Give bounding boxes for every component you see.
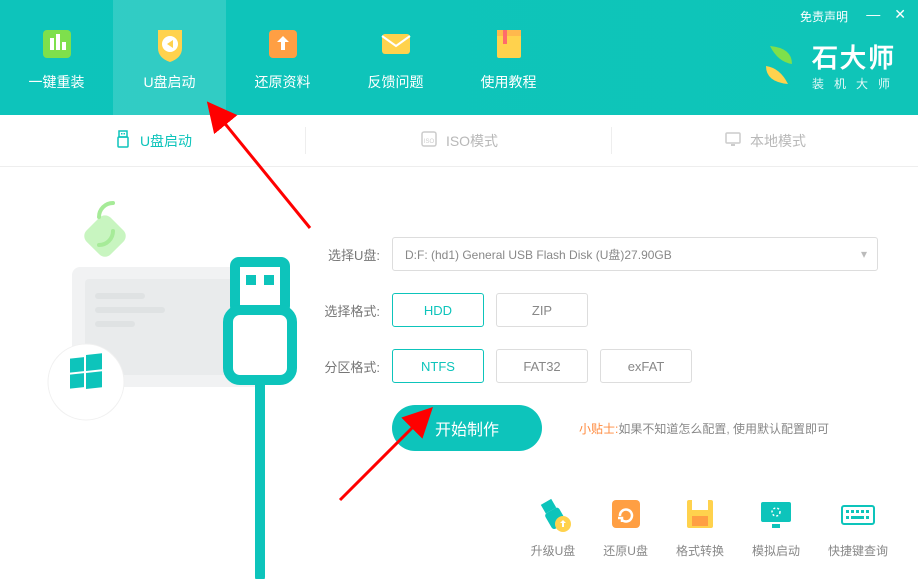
svg-text:ISO: ISO (424, 139, 435, 145)
tool-label: 还原U盘 (603, 542, 648, 559)
monitor-sim-icon (756, 494, 796, 534)
nav-feedback[interactable]: 反馈问题 (339, 0, 452, 115)
tool-format-convert[interactable]: 格式转换 (676, 494, 724, 559)
tool-label: 升级U盘 (531, 542, 576, 559)
tab-label: ISO模式 (446, 131, 498, 151)
restore-icon (606, 494, 646, 534)
disclaimer-link[interactable]: 免责声明 (800, 8, 848, 25)
config-form: 选择U盘: D:F: (hd1) General USB Flash Disk … (320, 237, 878, 473)
brand-title: 石大师 (812, 38, 900, 75)
tool-restore-usb[interactable]: 还原U盘 (603, 494, 648, 559)
brand-logo-icon (756, 42, 802, 88)
format-option-zip[interactable]: ZIP (496, 293, 588, 327)
upload-box-icon (263, 24, 303, 64)
bar-chart-icon (37, 24, 77, 64)
window-controls: — ✕ (866, 6, 906, 23)
usb-upgrade-icon (533, 494, 573, 534)
tab-local-mode[interactable]: 本地模式 (612, 115, 918, 166)
partition-option-ntfs[interactable]: NTFS (392, 349, 484, 383)
shield-usb-icon (150, 24, 190, 64)
tip-text: 如果不知道怎么配置, 使用默认配置即可 (618, 420, 829, 437)
nav-label: U盘启动 (143, 72, 195, 92)
close-button[interactable]: ✕ (894, 6, 906, 23)
main-nav: 一键重装 U盘启动 还原资料 反馈问题 使用教程 (0, 0, 565, 115)
envelope-icon (376, 24, 416, 64)
header: 一键重装 U盘启动 还原资料 反馈问题 使用教程 免责声明 (0, 0, 918, 115)
partition-option-fat32[interactable]: FAT32 (496, 349, 588, 383)
brand-subtitle: 装机大师 (812, 75, 900, 92)
nav-reinstall[interactable]: 一键重装 (0, 0, 113, 115)
tab-usb-boot[interactable]: U盘启动 (0, 115, 306, 166)
monitor-icon (724, 130, 742, 151)
nav-label: 反馈问题 (368, 72, 424, 92)
brand: 石大师 装机大师 (756, 38, 900, 92)
usb-select[interactable]: D:F: (hd1) General USB Flash Disk (U盘)27… (392, 237, 878, 271)
partition-label: 分区格式: (320, 357, 380, 376)
book-icon (489, 24, 529, 64)
start-button[interactable]: 开始制作 (392, 405, 542, 451)
tab-label: U盘启动 (140, 131, 192, 151)
tool-label: 快捷键查询 (828, 542, 888, 559)
keyboard-icon (838, 494, 878, 534)
tool-upgrade-usb[interactable]: 升级U盘 (531, 494, 576, 559)
mode-tabs: U盘启动 ISO ISO模式 本地模式 (0, 115, 918, 167)
tip-label: 小贴士: (579, 420, 618, 437)
select-usb-label: 选择U盘: (320, 245, 380, 264)
tool-label: 格式转换 (676, 542, 724, 559)
usb-select-value: D:F: (hd1) General USB Flash Disk (U盘)27… (405, 246, 672, 263)
nav-label: 还原资料 (255, 72, 311, 92)
tool-hotkeys[interactable]: 快捷键查询 (828, 494, 888, 559)
tip: 小贴士: 如果不知道怎么配置, 使用默认配置即可 (579, 420, 829, 437)
nav-label: 一键重装 (29, 72, 85, 92)
nav-label: 使用教程 (481, 72, 537, 92)
main-area: 选择U盘: D:F: (hd1) General USB Flash Disk … (0, 167, 918, 579)
chevron-down-icon: ▾ (861, 247, 867, 261)
bottom-toolbar: 升级U盘 还原U盘 格式转换 模拟启动 快捷键查询 (531, 494, 888, 559)
format-option-hdd[interactable]: HDD (392, 293, 484, 327)
tool-label: 模拟启动 (752, 542, 800, 559)
floppy-icon (680, 494, 720, 534)
usb-icon (114, 130, 132, 151)
minimize-button[interactable]: — (866, 6, 880, 23)
iso-icon: ISO (420, 130, 438, 151)
partition-option-exfat[interactable]: exFAT (600, 349, 692, 383)
tab-iso-mode[interactable]: ISO ISO模式 (306, 115, 612, 166)
tool-simulate-boot[interactable]: 模拟启动 (752, 494, 800, 559)
format-label: 选择格式: (320, 301, 380, 320)
nav-restore[interactable]: 还原资料 (226, 0, 339, 115)
usb-illustration (0, 167, 310, 579)
nav-usb-boot[interactable]: U盘启动 (113, 0, 226, 115)
nav-tutorial[interactable]: 使用教程 (452, 0, 565, 115)
tab-label: 本地模式 (750, 131, 806, 151)
